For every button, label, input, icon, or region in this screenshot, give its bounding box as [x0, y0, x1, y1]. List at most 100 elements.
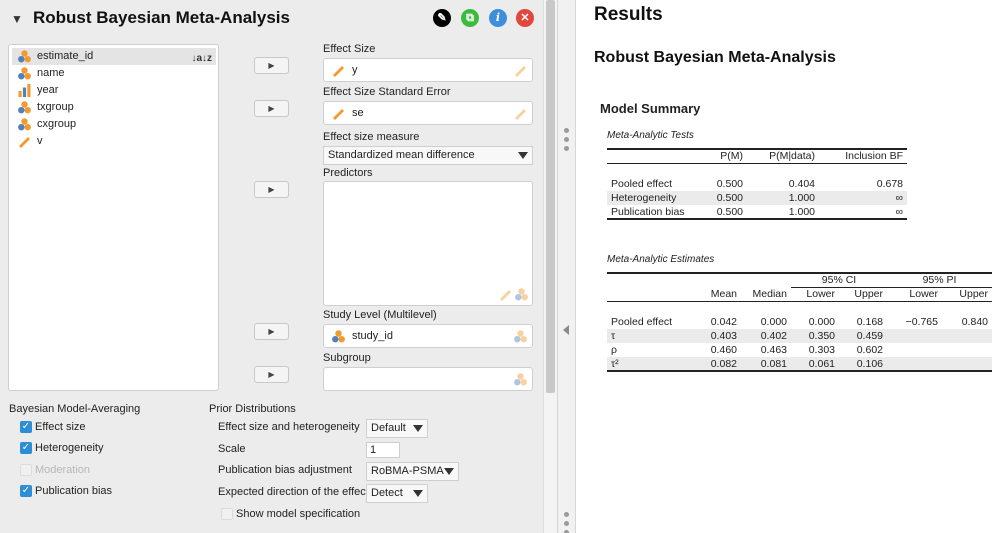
scale-input[interactable]: 1: [366, 442, 400, 458]
pencil-icon[interactable]: ✎: [433, 9, 451, 27]
subgroup-field[interactable]: [323, 367, 533, 391]
close-icon[interactable]: ✕: [516, 9, 534, 27]
results-panel: Results Robust Bayesian Meta-Analysis Mo…: [577, 0, 1000, 533]
results-analysis-title: Robust Bayesian Meta-Analysis: [594, 49, 836, 67]
chevron-down-icon: [413, 490, 423, 497]
scale-icon: [332, 107, 345, 120]
table-cell: [942, 343, 992, 357]
effect-het-prior-select[interactable]: Default: [366, 419, 428, 438]
ordinal-icon: [18, 84, 31, 97]
nominal-icon: [18, 101, 31, 114]
assign-subgroup-button[interactable]: ▶: [254, 366, 289, 383]
predictors-field[interactable]: [323, 181, 533, 306]
collapse-arrow-icon[interactable]: ▼: [11, 12, 23, 26]
measure-label: Effect size measure: [323, 131, 419, 143]
variable-item[interactable]: name: [12, 65, 216, 82]
checkbox-checked-icon: ✓: [20, 442, 32, 454]
options-scrollbar[interactable]: [543, 0, 557, 533]
spacer-row: [607, 301, 992, 315]
bma-heading: Bayesian Model-Averaging: [9, 403, 140, 415]
scrollbar-thumb[interactable]: [546, 0, 555, 393]
column-header: [607, 287, 695, 301]
direction-select[interactable]: Detect: [366, 484, 428, 503]
meta-analytic-estimates-table: 95% CI 95% PI Mean Median Lower Upper Lo…: [607, 272, 992, 372]
variable-item[interactable]: v: [12, 133, 216, 150]
checkbox-label: Effect size: [35, 421, 86, 433]
pi-group-header: 95% PI: [887, 273, 992, 287]
effect-size-checkbox[interactable]: ✓ Effect size: [20, 420, 86, 436]
scale-type-icon: [514, 107, 527, 120]
info-icon[interactable]: i: [489, 9, 507, 27]
table-cell: 0.404: [747, 177, 819, 191]
pub-bias-adjustment-select[interactable]: RoBMA-PSMA: [366, 462, 459, 481]
nominal-type-icon: [515, 288, 528, 301]
column-header: Lower: [887, 287, 942, 301]
column-header: Lower: [791, 287, 839, 301]
publication-bias-checkbox[interactable]: ✓ Publication bias: [20, 484, 112, 500]
measure-value: Standardized mean difference: [328, 149, 475, 161]
assign-predictors-button[interactable]: ▶: [254, 181, 289, 198]
grip-dot-icon: [564, 128, 569, 133]
measure-select[interactable]: Standardized mean difference: [323, 146, 533, 165]
assign-study-level-button[interactable]: ▶: [254, 323, 289, 340]
assign-effect-size-button[interactable]: ▶: [254, 57, 289, 74]
effect-size-field[interactable]: y: [323, 58, 533, 82]
column-header: P(M|data): [747, 149, 819, 163]
table-row: ρ 0.460 0.463 0.303 0.602: [607, 343, 992, 357]
table-cell: 0.106: [839, 357, 887, 371]
study-level-label: Study Level (Multilevel): [323, 309, 437, 321]
direction-label: Expected direction of the effect: [218, 486, 369, 498]
variable-label: v: [37, 135, 43, 147]
table-header-row: Mean Median Lower Upper Lower Upper: [607, 287, 992, 301]
variable-item[interactable]: txgroup: [12, 99, 216, 116]
pane-splitter[interactable]: [557, 0, 576, 533]
nominal-type-icon: [514, 373, 527, 386]
duplicate-icon[interactable]: ⧉: [461, 9, 479, 27]
table-cell: 0.402: [741, 329, 791, 343]
grip-dot-icon: [564, 512, 569, 517]
scale-icon: [332, 64, 345, 77]
variable-item[interactable]: year: [12, 82, 216, 99]
table-cell: 0.303: [791, 343, 839, 357]
table-header-row: P(M) P(M|data) Inclusion BF: [607, 149, 907, 163]
collapse-left-icon[interactable]: [563, 325, 569, 335]
column-header: Median: [741, 287, 791, 301]
table-cell: [887, 343, 942, 357]
table-cell: τ²: [607, 357, 695, 371]
effect-se-field[interactable]: se: [323, 101, 533, 125]
table-cell: [887, 329, 942, 343]
show-model-spec-checkbox[interactable]: Show model specification: [221, 507, 360, 523]
empty-header: [741, 273, 791, 287]
checkbox-checked-icon: ✓: [20, 421, 32, 433]
column-header: Upper: [942, 287, 992, 301]
variable-list[interactable]: estimate_id ↓a↓z name year txgroup cxg: [8, 44, 219, 391]
table-cell: Pooled effect: [607, 315, 695, 329]
table-cell: 0.000: [791, 315, 839, 329]
nominal-icon: [18, 118, 31, 131]
table-cell: Publication bias: [607, 205, 705, 219]
variable-label: txgroup: [37, 101, 74, 113]
study-level-field[interactable]: study_id: [323, 324, 533, 348]
analysis-title: Robust Bayesian Meta-Analysis: [33, 8, 290, 28]
column-header: Mean: [695, 287, 741, 301]
scale-label: Scale: [218, 443, 246, 455]
checkbox-checked-icon: ✓: [20, 485, 32, 497]
direction-value: Detect: [371, 487, 403, 499]
chevron-down-icon: [518, 152, 528, 159]
heterogeneity-checkbox[interactable]: ✓ Heterogeneity: [20, 441, 104, 457]
assign-effect-se-button[interactable]: ▶: [254, 100, 289, 117]
estimates-table-caption: Meta-Analytic Estimates: [607, 254, 714, 265]
variable-item[interactable]: cxgroup: [12, 116, 216, 133]
table-cell: 0.061: [791, 357, 839, 371]
table-cell: 0.500: [705, 177, 747, 191]
nominal-icon: [18, 50, 31, 63]
table-cell: 1.000: [747, 205, 819, 219]
chevron-down-icon: [444, 468, 454, 475]
variable-item[interactable]: estimate_id ↓a↓z: [12, 48, 216, 65]
scale-type-icon: [514, 64, 527, 77]
checkbox-label: Publication bias: [35, 485, 112, 497]
table-cell: 0.042: [695, 315, 741, 329]
empty-header: [607, 273, 695, 287]
table-cell: [942, 329, 992, 343]
column-header: Upper: [839, 287, 887, 301]
